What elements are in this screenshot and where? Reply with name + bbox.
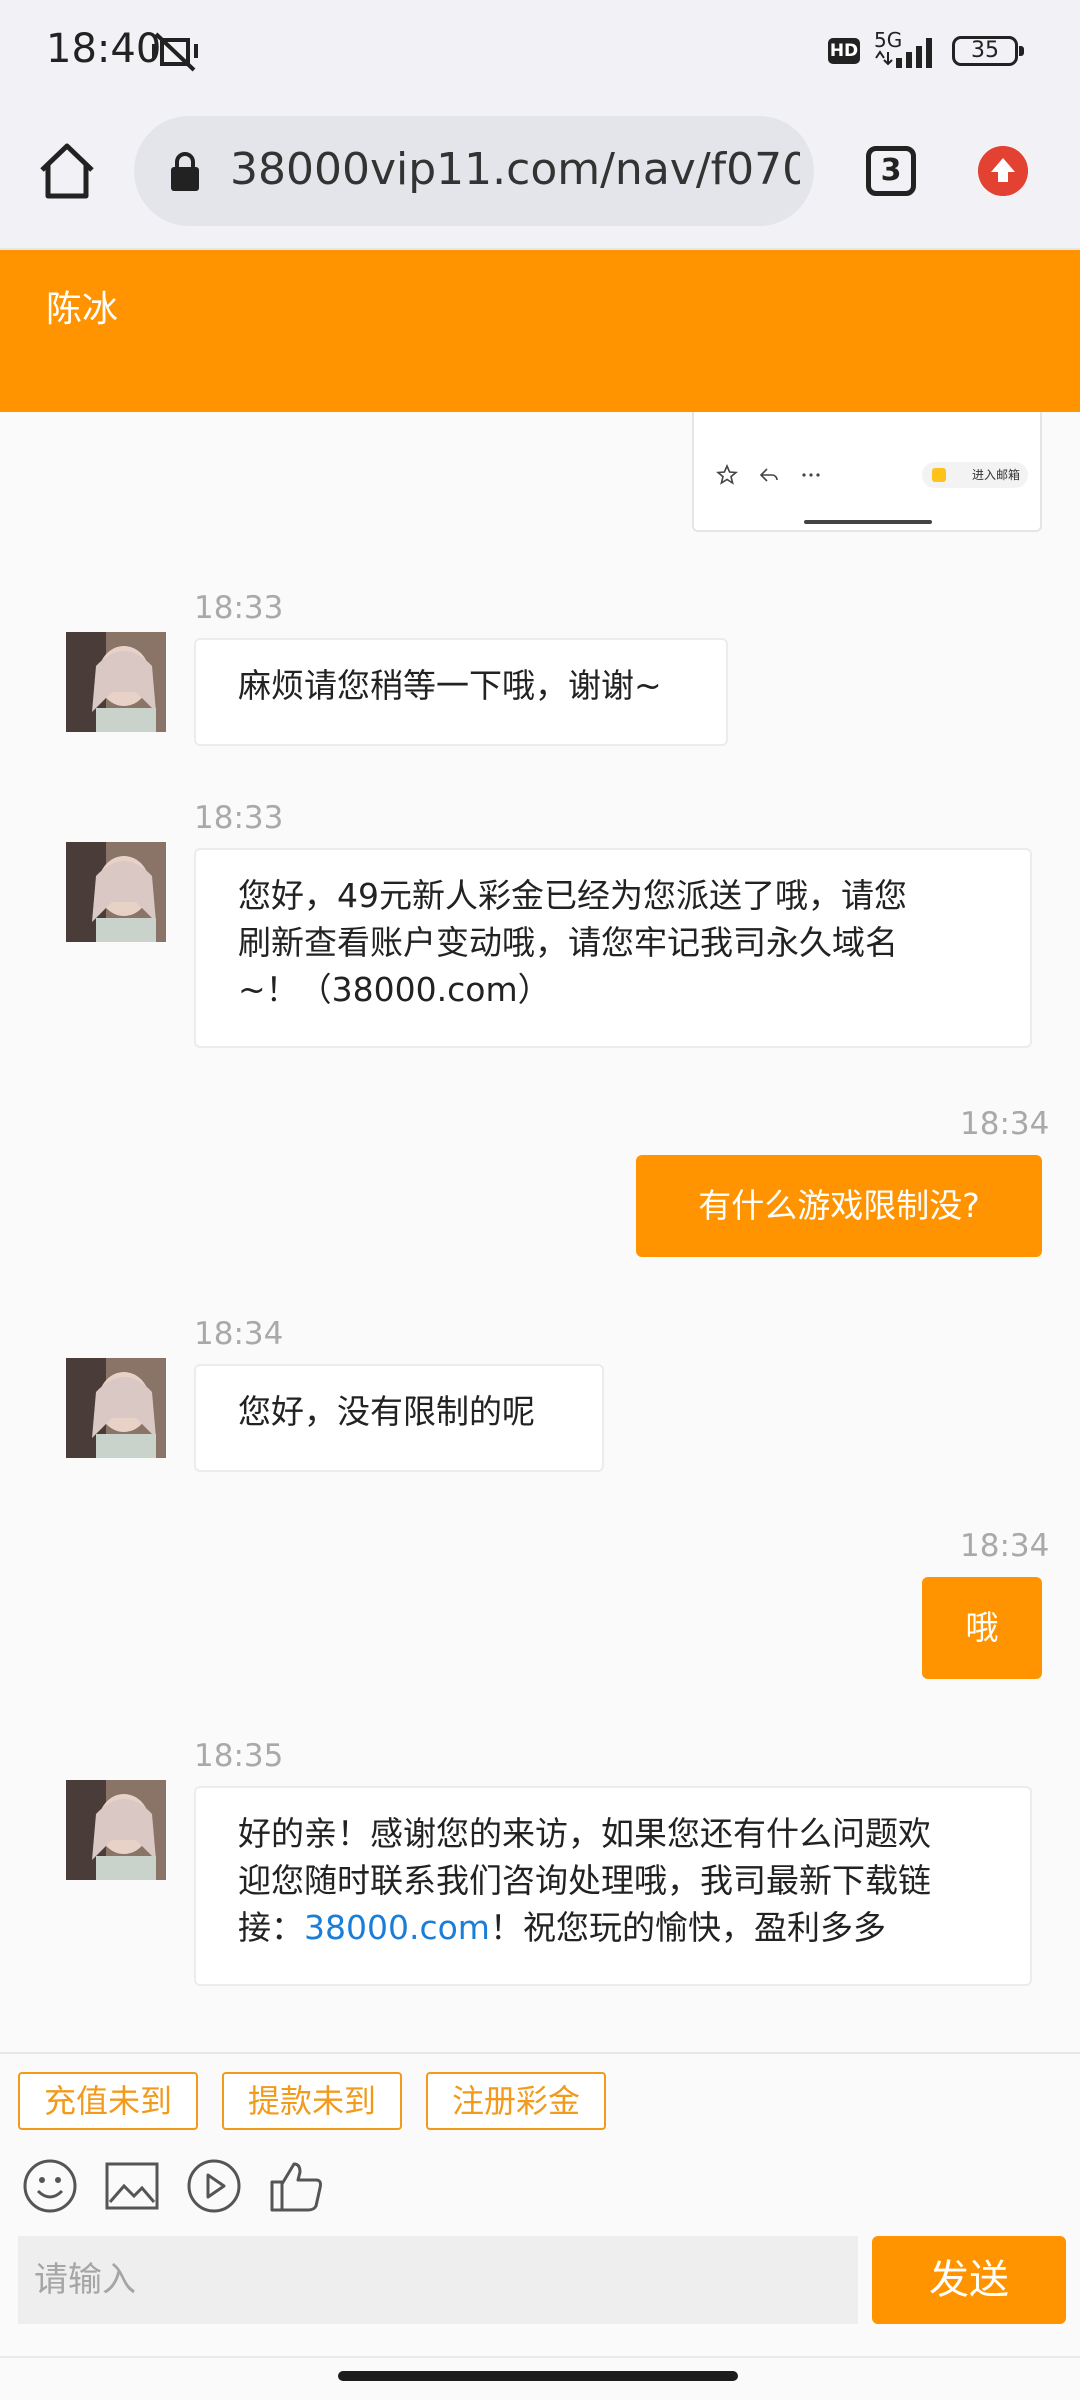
user-message-bubble: 有什么游戏限制没? <box>636 1155 1042 1257</box>
message-list[interactable]: 进入邮箱 18:33 麻烦请您稍等一下哦，谢谢~ 18:33 您好，49元新人彩… <box>0 412 1080 2052</box>
url-text[interactable]: 38000vip11.com/nav/f070/c <box>230 140 800 200</box>
status-bar: 18:40 HD 5G 35 <box>0 0 1080 100</box>
message-text: 麻烦请您稍等一下哦，谢谢~ <box>238 666 662 705</box>
agent-avatar <box>66 842 166 942</box>
message-time: 18:34 <box>960 1106 1050 1142</box>
status-time: 18:40 <box>46 26 162 72</box>
vibrate-off-icon <box>152 32 198 72</box>
card-home-indicator <box>804 520 932 524</box>
agent-name: 陈冰 <box>46 289 119 330</box>
agent-avatar <box>66 632 166 732</box>
image-icon[interactable] <box>104 2158 160 2214</box>
message-input[interactable] <box>18 2236 858 2324</box>
message-line: 您好，49元新人彩金已经为您派送了哦，请您 <box>238 876 907 915</box>
send-button[interactable]: 发送 <box>872 2236 1066 2324</box>
message-text: 接： <box>238 1908 304 1947</box>
tab-switcher-button[interactable]: 3 <box>866 146 916 196</box>
reply-icon <box>759 468 778 482</box>
update-icon[interactable] <box>978 146 1028 196</box>
message-line: 好的亲！感谢您的来访，如果您还有什么问题欢 <box>238 1814 931 1853</box>
quick-reply-deposit-missing[interactable]: 充值未到 <box>18 2072 198 2130</box>
message-line: 刷新查看账户变动哦，请您牢记我司永久域名 <box>238 923 898 962</box>
download-link[interactable]: 38000.com <box>304 1908 490 1947</box>
agent-message-bubble: 好的亲！感谢您的来访，如果您还有什么问题欢 迎您随时联系我们咨询处理哦，我司最新… <box>194 1786 1032 1986</box>
message-text: 哦 <box>965 1608 999 1647</box>
emoji-icon[interactable] <box>22 2158 78 2214</box>
hd-icon: HD <box>828 38 860 64</box>
divider <box>0 2052 1080 2054</box>
message-time: 18:34 <box>960 1528 1050 1564</box>
agent-message-bubble: 您好，没有限制的呢 <box>194 1364 604 1472</box>
home-icon[interactable] <box>36 140 98 202</box>
message-time: 18:33 <box>194 800 284 836</box>
signal-icon <box>875 38 932 68</box>
video-icon[interactable] <box>186 2158 242 2214</box>
agent-avatar <box>66 1780 166 1880</box>
thumbs-up-icon[interactable] <box>268 2158 324 2214</box>
divider <box>0 2356 1080 2358</box>
message-line: 接：38000.com！祝您玩的愉快，盈利多多 <box>238 1904 986 1951</box>
agent-message-bubble: 麻烦请您稍等一下哦，谢谢~ <box>194 638 728 746</box>
address-bar[interactable]: 38000vip11.com/nav/f070/c <box>134 116 814 226</box>
gesture-bar[interactable] <box>338 2371 738 2381</box>
message-time: 18:33 <box>194 590 284 626</box>
agent-avatar <box>66 1358 166 1458</box>
message-line: ~！（38000.com） <box>238 970 551 1009</box>
more-icon <box>802 473 820 477</box>
lock-icon <box>171 152 199 191</box>
email-screenshot-card[interactable]: 进入邮箱 <box>692 412 1042 532</box>
chat-header: 陈冰 <box>0 250 1080 412</box>
battery-icon: 35 <box>952 36 1024 66</box>
open-mailbox-label: 进入邮箱 <box>971 468 1020 482</box>
quick-reply-withdraw-missing[interactable]: 提款未到 <box>222 2072 402 2130</box>
message-text: 有什么游戏限制没? <box>698 1186 980 1225</box>
user-message-bubble: 哦 <box>922 1577 1042 1679</box>
message-text: ！祝您玩的愉快，盈利多多 <box>489 1908 886 1947</box>
message-time: 18:34 <box>194 1316 284 1352</box>
open-mailbox-button: 进入邮箱 <box>922 462 1028 488</box>
message-text: 您好，没有限制的呢 <box>238 1392 535 1431</box>
browser-toolbar: 38000vip11.com/nav/f070/c 3 <box>0 100 1080 250</box>
mail-icon <box>932 468 946 482</box>
star-icon <box>716 464 738 485</box>
message-line: 迎您随时联系我们咨询处理哦，我司最新下载链 <box>238 1861 931 1900</box>
message-time: 18:35 <box>194 1738 284 1774</box>
quick-reply-signup-bonus[interactable]: 注册彩金 <box>426 2072 606 2130</box>
agent-message-bubble: 您好，49元新人彩金已经为您派送了哦，请您 刷新查看账户变动哦，请您牢记我司永久… <box>194 848 1032 1048</box>
